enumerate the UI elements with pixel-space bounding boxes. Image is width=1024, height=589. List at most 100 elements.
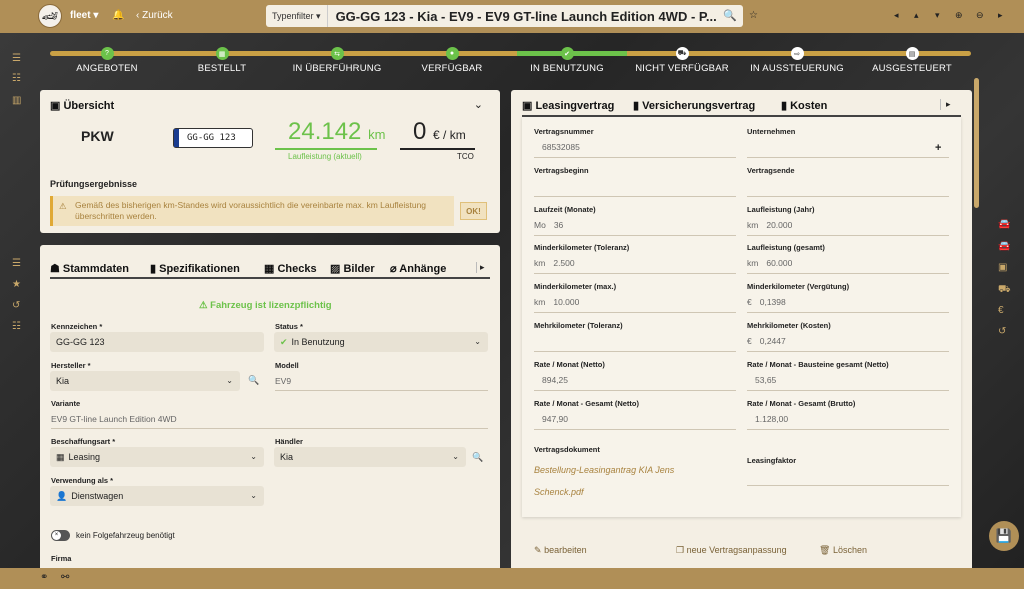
- delete-button[interactable]: 🗑 Löschen: [819, 545, 867, 556]
- clipboard-icon[interactable]: ▣: [998, 262, 1007, 273]
- modell-underline: [275, 390, 488, 391]
- chevron-down-icon: ⌄: [250, 452, 257, 461]
- tab-anhaenge[interactable]: ⌀ Anhänge: [390, 262, 446, 275]
- contract-field-value: 53,65: [747, 375, 776, 385]
- edit-button[interactable]: ✎ bearbeiten: [534, 545, 587, 556]
- car-icon[interactable]: 🚘: [998, 219, 1010, 230]
- tabs-next-icon[interactable]: ▸: [476, 262, 485, 273]
- car-repair-icon[interactable]: ⛟: [998, 284, 1011, 297]
- book-icon[interactable]: ▥: [12, 95, 21, 106]
- folgefahrzeug-toggle[interactable]: ×: [51, 530, 70, 541]
- star-icon[interactable]: ☆: [749, 10, 758, 21]
- step-label: ANGEBOTEN: [76, 63, 138, 74]
- new-adjustment-button[interactable]: ❐ neue Vertragsanpassung: [676, 545, 787, 556]
- global-search[interactable]: Typenfilter ▾ GG-GG 123 - Kia - EV9 - EV…: [266, 5, 743, 27]
- contract-field-value: [534, 336, 542, 346]
- user-menu[interactable]: fleet ▾: [70, 10, 98, 21]
- value-unit: €: [747, 297, 752, 308]
- contract-field-underline: [534, 428, 736, 430]
- tab-stammdaten[interactable]: ☗ Stammdaten: [50, 262, 129, 275]
- bottom-bar: ⚭ ⚯: [0, 568, 1024, 589]
- tab-kosten[interactable]: ▮ Kosten: [781, 99, 827, 112]
- status-step-3[interactable]: ⇆ IN ÜBERFÜHRUNG: [277, 47, 397, 74]
- menu-icon[interactable]: ☰: [12, 53, 21, 64]
- avatar[interactable]: 🏎: [38, 4, 62, 28]
- value-number: 10.000: [553, 297, 580, 308]
- list-icon[interactable]: ☷: [12, 73, 21, 84]
- list-icon-2[interactable]: ☰: [12, 258, 21, 269]
- status-step-6[interactable]: ⛟ NICHT VERFÜGBAR: [622, 47, 742, 74]
- star-icon[interactable]: ★: [12, 279, 21, 290]
- doc-link-line2[interactable]: Schenck.pdf: [534, 487, 584, 497]
- search-input[interactable]: GG-GG 123 - Kia - EV9 - EV9 GT-line Laun…: [328, 9, 718, 24]
- zoom-out-icon[interactable]: ⊖: [976, 10, 984, 21]
- contract-field-label: Unternehmen: [747, 127, 796, 136]
- bell-icon[interactable]: 🔔: [112, 10, 124, 21]
- status-step-2[interactable]: ▦ BESTELLT: [162, 47, 282, 74]
- tasks-icon[interactable]: ☷: [12, 321, 21, 332]
- tab-versicherungsvertrag[interactable]: ▮ Versicherungsvertrag: [633, 99, 755, 112]
- tabs-next-icon[interactable]: ▸: [940, 99, 951, 110]
- step-icon: ?: [100, 47, 114, 60]
- history-icon[interactable]: ↺: [998, 326, 1006, 337]
- contract-field-label: Vertragsende: [747, 165, 795, 175]
- status-step-4[interactable]: ● VERFÜGBAR: [392, 47, 512, 74]
- network-icon[interactable]: ⚯: [61, 572, 69, 583]
- step-icon: ●: [445, 47, 459, 60]
- arrow-down-icon[interactable]: ▾: [935, 10, 940, 21]
- contract-field-value: [747, 181, 755, 191]
- history-icon[interactable]: ↺: [12, 300, 20, 311]
- scrollbar[interactable]: [974, 78, 979, 208]
- contract-field-label: Rate / Monat - Gesamt (Netto): [534, 398, 640, 408]
- save-button[interactable]: 💾: [989, 521, 1019, 551]
- search-icon[interactable]: 🔍: [248, 375, 259, 386]
- step-icon: ⛟: [675, 47, 689, 60]
- doc-link[interactable]: Bestellung-Leasingantrag KIA Jens: [534, 465, 674, 475]
- tab-bilder[interactable]: ▨ Bilder: [330, 262, 375, 275]
- contract-field-label: Mehrkilometer (Kosten): [747, 321, 831, 330]
- arrow-right-icon[interactable]: ▸: [998, 10, 1003, 21]
- status-select[interactable]: ✔ In Benutzung ⌄: [274, 332, 488, 352]
- search-icon[interactable]: 🔍: [472, 452, 483, 463]
- car-icon-2[interactable]: 🚘: [998, 241, 1010, 252]
- contract-field-label: Laufleistung (gesamt): [747, 243, 825, 253]
- step-icon: ⇨: [790, 47, 804, 60]
- contract-field-label: Laufleistung (Jahr): [747, 204, 815, 214]
- search-icon[interactable]: 🔍: [723, 9, 737, 22]
- zoom-in-icon[interactable]: ⊕: [955, 10, 963, 21]
- hersteller-select[interactable]: Kia ⌄: [50, 371, 240, 391]
- overview-title: ▣ Übersicht: [50, 100, 115, 112]
- contract-field-underline: [534, 234, 736, 236]
- status-step-1[interactable]: ? ANGEBOTEN: [47, 47, 167, 74]
- step-label: IN AUSSTEUERUNG: [750, 63, 844, 74]
- hierarchy-icon[interactable]: ⚭: [40, 572, 48, 583]
- tab-checks[interactable]: ▦ Checks: [264, 262, 317, 275]
- add-company-icon[interactable]: +: [935, 142, 941, 154]
- back-button[interactable]: ‹ Zurück: [136, 10, 173, 21]
- status-step-8[interactable]: ▤ AUSGESTEUERT: [852, 47, 972, 74]
- chevron-down-icon: ⌄: [474, 337, 481, 346]
- variante-label: Variante: [51, 399, 81, 408]
- step-label: NICHT VERFÜGBAR: [635, 63, 729, 74]
- verwendung-select[interactable]: 👤 Dienstwagen ⌄: [50, 486, 264, 506]
- type-filter-dropdown[interactable]: Typenfilter ▾: [266, 5, 328, 27]
- arrow-left-icon[interactable]: ◂: [894, 10, 899, 21]
- kennzeichen-input[interactable]: GG-GG 123: [50, 332, 264, 352]
- haendler-select[interactable]: Kia ⌄: [274, 447, 466, 467]
- beschaffung-select[interactable]: ▦ Leasing ⌄: [50, 447, 264, 467]
- right-sidebar: 🚘 🚘 ▣ ⛟ € ↺ 💾: [972, 33, 1024, 568]
- status-step-5[interactable]: ✔ IN BENUTZUNG: [507, 47, 627, 74]
- tab-leasingvertrag[interactable]: ▣ Leasingvertrag: [522, 99, 614, 112]
- doc-label: Vertragsdokument: [534, 445, 600, 454]
- euro-icon[interactable]: €: [998, 305, 1004, 316]
- contract-field-value: km 60.000: [747, 258, 792, 268]
- haendler-label: Händler: [275, 437, 303, 446]
- arrow-up-icon[interactable]: ▴: [914, 10, 919, 21]
- contract-field-value: €0,1398: [747, 297, 786, 307]
- contract-field-underline: [747, 195, 949, 197]
- value-unit: €: [747, 336, 752, 346]
- status-step-7[interactable]: ⇨ IN AUSSTEUERUNG: [737, 47, 857, 74]
- ok-button[interactable]: OK!: [460, 202, 487, 220]
- collapse-chevron-icon[interactable]: ⌄: [474, 98, 483, 111]
- tab-spezifikationen[interactable]: ▮ Spezifikationen: [150, 262, 240, 275]
